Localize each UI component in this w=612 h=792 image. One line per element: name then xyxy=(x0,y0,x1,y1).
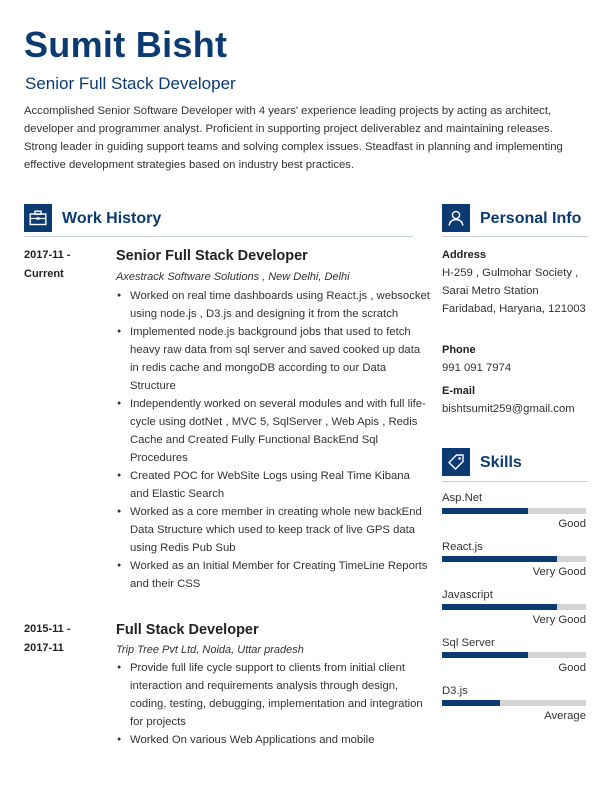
job-2-date-start: 2015-11 - xyxy=(24,623,71,635)
skills-heading: Skills xyxy=(480,454,522,471)
skill-2-level: Very Good xyxy=(532,566,586,578)
phone-label: Phone xyxy=(442,344,476,356)
skill-1-name: Asp.Net xyxy=(442,492,483,504)
skill-3-name: Javascript xyxy=(442,589,493,601)
skill-5-bar xyxy=(442,700,586,706)
skill-3-bar xyxy=(442,604,586,610)
address-label: Address xyxy=(442,249,487,261)
skill-2-bar xyxy=(442,556,586,562)
list-item: Worked On various Web Applications and m… xyxy=(117,731,430,749)
skill-5-name: D3.js xyxy=(442,685,468,697)
list-item: Created POC for WebSite Logs using Real … xyxy=(117,467,430,503)
job-1-date-start: 2017-11 - xyxy=(24,249,71,261)
skill-3-level: Very Good xyxy=(532,614,586,626)
phone-value: 991 091 7974 xyxy=(442,362,512,374)
skill-1-bar-fill xyxy=(442,508,529,514)
job-1-date: 2017-11 - Current xyxy=(24,246,94,283)
user-icon xyxy=(442,204,470,232)
list-item: Implemented node.js background jobs that… xyxy=(117,323,430,395)
skill-5-bar-fill xyxy=(442,700,500,706)
job-1-bullets: Worked on real time dashboards using Rea… xyxy=(116,287,430,593)
work-history-heading: Work History xyxy=(62,210,162,227)
email-value: bishtsumit259@gmail.com xyxy=(442,403,575,415)
personal-info-heading: Personal Info xyxy=(480,210,582,227)
list-item: Worked on real time dashboards using Rea… xyxy=(117,287,430,323)
professional-summary: Accomplished Senior Software Developer w… xyxy=(24,105,563,171)
skill-4-bar xyxy=(442,652,586,658)
list-item: Worked as a core member in creating whol… xyxy=(117,503,430,557)
job-1-title: Senior Full Stack Developer xyxy=(116,248,308,264)
tag-icon xyxy=(442,448,470,476)
job-1-company: Axestrack Software Solutions , New Delhi… xyxy=(116,271,350,283)
skill-2-bar-fill xyxy=(442,556,558,562)
briefcase-icon xyxy=(24,204,52,232)
work-history-divider xyxy=(24,236,413,237)
list-item: Independently worked on several modules … xyxy=(117,395,430,467)
job-2-company: Trip Tree Pvt Ltd, Noida, Uttar pradesh xyxy=(116,644,304,656)
job-2-title: Full Stack Developer xyxy=(116,622,259,638)
address-value: H-259 , Gulmohar Society , Sarai Metro S… xyxy=(442,267,586,315)
skill-4-bar-fill xyxy=(442,652,529,658)
job-2-bullets: Provide full life cycle support to clien… xyxy=(116,659,430,749)
skill-4-level: Good xyxy=(558,662,586,674)
email-label: E-mail xyxy=(442,385,476,397)
job-2-date: 2015-11 - 2017-11 xyxy=(24,620,94,657)
skill-3-bar-fill xyxy=(442,604,558,610)
list-item: Worked as an Initial Member for Creating… xyxy=(117,557,430,593)
skill-5-level: Average xyxy=(544,710,586,722)
list-item: Provide full life cycle support to clien… xyxy=(117,659,430,731)
skills-divider xyxy=(442,481,588,482)
skill-1-bar xyxy=(442,508,586,514)
skill-1-level: Good xyxy=(558,518,586,530)
personal-info-divider xyxy=(442,236,588,237)
resume-job-title: Senior Full Stack Developer xyxy=(25,74,236,93)
skill-4-name: Sql Server xyxy=(442,637,495,649)
resume-name: Sumit Bisht xyxy=(24,24,228,65)
skill-2-name: React.js xyxy=(442,541,483,553)
job-2-date-end: 2017-11 xyxy=(24,642,64,654)
job-1-date-end: Current xyxy=(24,268,64,280)
